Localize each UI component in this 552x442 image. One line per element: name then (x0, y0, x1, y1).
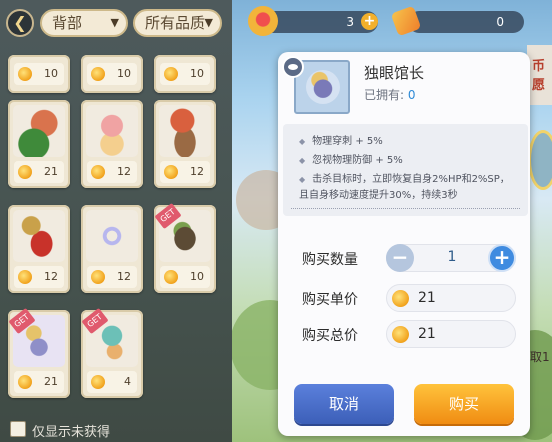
item-effects: ◆ 物理穿刺 + 5% ◆ 忽视物理防御 + 5% ◆ 击杀目标时，立即恢复自身2%H… (283, 124, 528, 216)
shop-item-card[interactable]: 12 (8, 205, 70, 293)
currency-primary-value: 3 (346, 15, 354, 29)
scenery-circle (528, 130, 552, 190)
item-price: 21 (14, 371, 64, 393)
coin-icon (18, 165, 32, 179)
item-price-value: 12 (190, 165, 204, 178)
item-price-value: 21 (44, 165, 58, 178)
shop-item-card[interactable]: 12 (81, 100, 143, 188)
unit-price-label: 购买单价 (302, 292, 358, 308)
item-price-value: 10 (190, 270, 204, 283)
slot-filter-dropdown[interactable]: 背部 ▼ (40, 9, 128, 37)
item-price: 10 (160, 266, 210, 288)
item-price: 4 (87, 371, 137, 393)
owned-value: 0 (407, 88, 416, 102)
quality-filter-label: 所有品质 (145, 14, 206, 32)
quantity-label: 购买数量 (302, 252, 358, 268)
coin-icon (164, 67, 178, 81)
cyclops-curator-art (306, 70, 340, 104)
coin-icon (164, 270, 178, 284)
item-price-value: 10 (190, 67, 204, 80)
cancel-button[interactable]: 取消 (294, 384, 394, 424)
item-price: 12 (14, 266, 64, 288)
item-price-value: 10 (44, 67, 58, 80)
add-currency-button[interactable]: + (361, 13, 378, 30)
buy-button[interactable]: 购买 (414, 384, 514, 424)
item-image-octopus-chest (159, 105, 211, 157)
effects-divider (291, 208, 520, 209)
effect-line: ◆ 物理穿刺 + 5% (299, 134, 383, 150)
hide-unobtained-checkbox[interactable] (10, 421, 26, 437)
shop-item-card[interactable]: 10 (81, 55, 143, 93)
effect-text: 击杀目标时，立即恢复自身2%HP和2%SP，且自身移动速度提升30%，持续3秒 (299, 174, 510, 201)
item-price: 12 (87, 161, 137, 183)
coin-icon (392, 326, 409, 343)
currency-bar-secondary: 0 (408, 11, 524, 33)
shop-item-card[interactable]: 12 (154, 100, 216, 188)
item-price: 12 (87, 266, 137, 288)
shop-item-card[interactable]: GET 4 (81, 307, 143, 398)
edge-text-bottom: 取1 (530, 350, 550, 364)
coin-icon (91, 375, 105, 389)
quality-filter-dropdown[interactable]: 所有品质 ▼ (133, 9, 222, 37)
increase-quantity-button[interactable]: + (488, 244, 516, 272)
item-image-red-trumpet (13, 210, 65, 262)
unit-price-field: 21 (386, 284, 516, 312)
effect-line: ◆ 击杀目标时，立即恢复自身2%HP和2%SP，且自身移动速度提升30%，持续3秒 (299, 172, 519, 204)
total-price-value: 21 (418, 326, 436, 342)
shop-item-card[interactable]: 10 (154, 55, 216, 93)
shop-item-card[interactable]: 12 (81, 205, 143, 293)
coin-icon (18, 375, 32, 389)
back-button[interactable]: ❮ (6, 9, 34, 37)
item-price: 21 (14, 161, 64, 183)
chevron-down-icon: ▼ (110, 16, 119, 29)
total-price-label: 购买总价 (302, 328, 358, 344)
heart-coin-icon (248, 6, 278, 36)
item-image-swirl-ribbon (86, 210, 138, 262)
item-name: 独眼馆长 (364, 64, 425, 82)
shop-item-panel: ❮ 背部 ▼ 所有品质 ▼ 10 10 10 21 12 12 12 12 GE… (0, 0, 232, 442)
effect-text: 忽视物理防御 + 5% (312, 155, 403, 166)
diamond-bullet-icon: ◆ (299, 156, 306, 165)
item-price-value: 12 (44, 270, 58, 283)
item-price: 10 (14, 63, 64, 85)
diamond-bullet-icon: ◆ (299, 137, 306, 146)
total-price-field: 21 (386, 320, 516, 348)
item-image-mermaid (86, 105, 138, 157)
currency-secondary-value: 0 (496, 15, 504, 29)
quantity-value: 1 (447, 249, 457, 265)
owned-label: 已拥有: (364, 88, 405, 102)
unit-price-value: 21 (418, 290, 436, 306)
coin-icon (392, 290, 409, 307)
shop-item-card[interactable]: GET 10 (154, 202, 216, 293)
shop-item-card[interactable]: GET 21 (8, 307, 70, 398)
item-image-watermelon-doll (13, 105, 65, 157)
item-price-value: 10 (117, 67, 131, 80)
shop-item-card[interactable]: 21 (8, 100, 70, 188)
hide-unobtained-label: 仅显示未获得 (32, 425, 111, 440)
coin-icon (91, 67, 105, 81)
decrease-quantity-button[interactable]: − (386, 244, 414, 272)
chevron-down-icon: ▼ (204, 16, 213, 29)
coin-icon (91, 165, 105, 179)
slot-filter-label: 背部 (52, 14, 83, 32)
item-price: 10 (160, 63, 210, 85)
coin-icon (164, 165, 178, 179)
diamond-bullet-icon: ◆ (299, 175, 306, 184)
owned-count: 已拥有: 0 (364, 86, 416, 103)
edge-text-top: 币愿 (532, 59, 546, 93)
shop-item-card[interactable]: 10 (8, 55, 70, 93)
coin-icon (18, 67, 32, 81)
item-price-value: 12 (117, 270, 131, 283)
effect-line: ◆ 忽视物理防御 + 5% (299, 153, 403, 169)
preview-eye-icon[interactable] (282, 56, 304, 78)
coin-icon (18, 270, 32, 284)
item-price: 12 (160, 161, 210, 183)
coin-icon (91, 270, 105, 284)
item-price-value: 4 (124, 375, 131, 388)
item-price-value: 21 (44, 375, 58, 388)
item-price-value: 12 (117, 165, 131, 178)
item-price: 10 (87, 63, 137, 85)
effect-text: 物理穿刺 + 5% (312, 136, 383, 147)
